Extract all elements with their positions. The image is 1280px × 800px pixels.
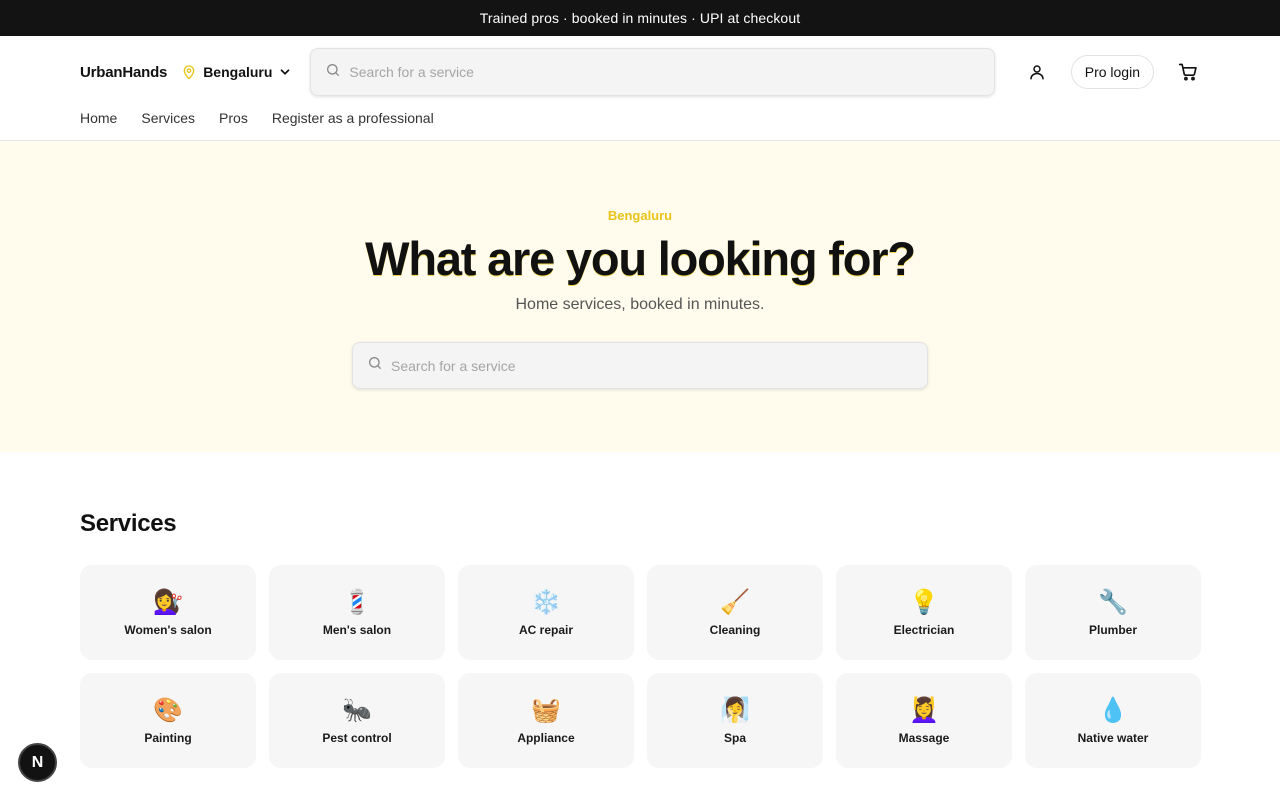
service-card-label: Appliance: [517, 731, 575, 745]
woman-massage-icon: 💆‍♀️: [909, 696, 939, 724]
service-card-label: Cleaning: [709, 623, 761, 637]
city-selector[interactable]: Bengaluru: [179, 60, 294, 84]
nav-item-register-professional[interactable]: Register as a professional: [272, 110, 434, 126]
nav-item-home[interactable]: Home: [80, 110, 117, 126]
hero-search-bar[interactable]: [352, 342, 928, 389]
logo[interactable]: UrbanHands: [80, 64, 167, 81]
barber-pole-icon: 💈: [342, 588, 372, 616]
nav-item-pros[interactable]: Pros: [219, 110, 248, 126]
hero-title: What are you looking for?: [365, 232, 916, 285]
header-search-bar[interactable]: [310, 48, 996, 96]
snowflake-icon: ❄️: [531, 588, 561, 616]
woman-haircut-icon: 💇‍♀️: [153, 588, 183, 616]
site-header: UrbanHands Bengaluru Pro login: [0, 36, 1280, 141]
services-grid: 💇‍♀️ Women's salon 💈 Men's salon ❄️ AC r…: [80, 565, 1201, 768]
service-card-label: AC repair: [518, 623, 574, 637]
droplet-icon: 💧: [1098, 696, 1128, 724]
pro-login-button[interactable]: Pro login: [1070, 55, 1154, 89]
service-card-label: Native water: [1077, 731, 1149, 745]
palette-icon: 🎨: [153, 696, 183, 724]
wrench-icon: 🔧: [1098, 588, 1128, 616]
service-card-womens-salon[interactable]: 💇‍♀️ Women's salon: [80, 565, 256, 660]
service-card-massage[interactable]: 💆‍♀️ Massage: [836, 673, 1012, 768]
city-label: Bengaluru: [203, 64, 273, 80]
floating-n-badge[interactable]: N: [18, 743, 57, 782]
service-card-painting[interactable]: 🎨 Painting: [80, 673, 256, 768]
announcement-text: Trained pros · booked in minutes · UPI a…: [479, 10, 801, 26]
service-card-plumber[interactable]: 🔧 Plumber: [1025, 565, 1201, 660]
basket-icon: 🧺: [531, 696, 561, 724]
hero-city-label: Bengaluru: [607, 208, 673, 223]
search-icon: [367, 355, 383, 376]
header-row: UrbanHands Bengaluru Pro login: [80, 48, 1200, 96]
user-icon[interactable]: [1025, 60, 1049, 84]
nav-item-services[interactable]: Services: [141, 110, 195, 126]
service-card-label: Men's salon: [322, 623, 392, 637]
service-card-label: Painting: [144, 731, 192, 745]
header-search-input[interactable]: [349, 64, 981, 80]
service-card-appliance[interactable]: 🧺 Appliance: [458, 673, 634, 768]
service-card-spa[interactable]: 🧖‍♀️ Spa: [647, 673, 823, 768]
services-title: Services: [80, 510, 177, 537]
search-icon: [325, 62, 341, 83]
service-card-pest-control[interactable]: 🐜 Pest control: [269, 673, 445, 768]
service-card-label: Spa: [723, 731, 746, 745]
broom-icon: 🧹: [720, 588, 750, 616]
service-card-electrician[interactable]: 💡 Electrician: [836, 565, 1012, 660]
service-card-label: Massage: [898, 731, 950, 745]
light-bulb-icon: 💡: [909, 588, 939, 616]
service-card-native-water[interactable]: 💧 Native water: [1025, 673, 1201, 768]
main-nav: Home Services Pros Register as a profess…: [80, 110, 434, 126]
chevron-down-icon: [278, 65, 292, 79]
ant-icon: 🐜: [342, 696, 372, 724]
cart-icon[interactable]: [1176, 60, 1200, 84]
header-actions: Pro login: [1025, 55, 1200, 89]
hero-search-input[interactable]: [391, 357, 913, 374]
hero-section: Bengaluru What are you looking for? Home…: [0, 141, 1280, 452]
service-card-cleaning[interactable]: 🧹 Cleaning: [647, 565, 823, 660]
woman-in-steam-icon: 🧖‍♀️: [720, 696, 750, 724]
service-card-mens-salon[interactable]: 💈 Men's salon: [269, 565, 445, 660]
service-card-ac-repair[interactable]: ❄️ AC repair: [458, 565, 634, 660]
services-section: Services 💇‍♀️ Women's salon 💈 Men's salo…: [80, 510, 1201, 768]
service-card-label: Pest control: [322, 731, 392, 745]
hero-subtitle: Home services, booked in minutes.: [515, 296, 765, 313]
service-card-label: Electrician: [893, 623, 955, 637]
location-pin-icon: [181, 64, 197, 80]
announcement-bar: Trained pros · booked in minutes · UPI a…: [0, 0, 1280, 36]
service-card-label: Women's salon: [124, 623, 212, 637]
service-card-label: Plumber: [1088, 623, 1137, 637]
